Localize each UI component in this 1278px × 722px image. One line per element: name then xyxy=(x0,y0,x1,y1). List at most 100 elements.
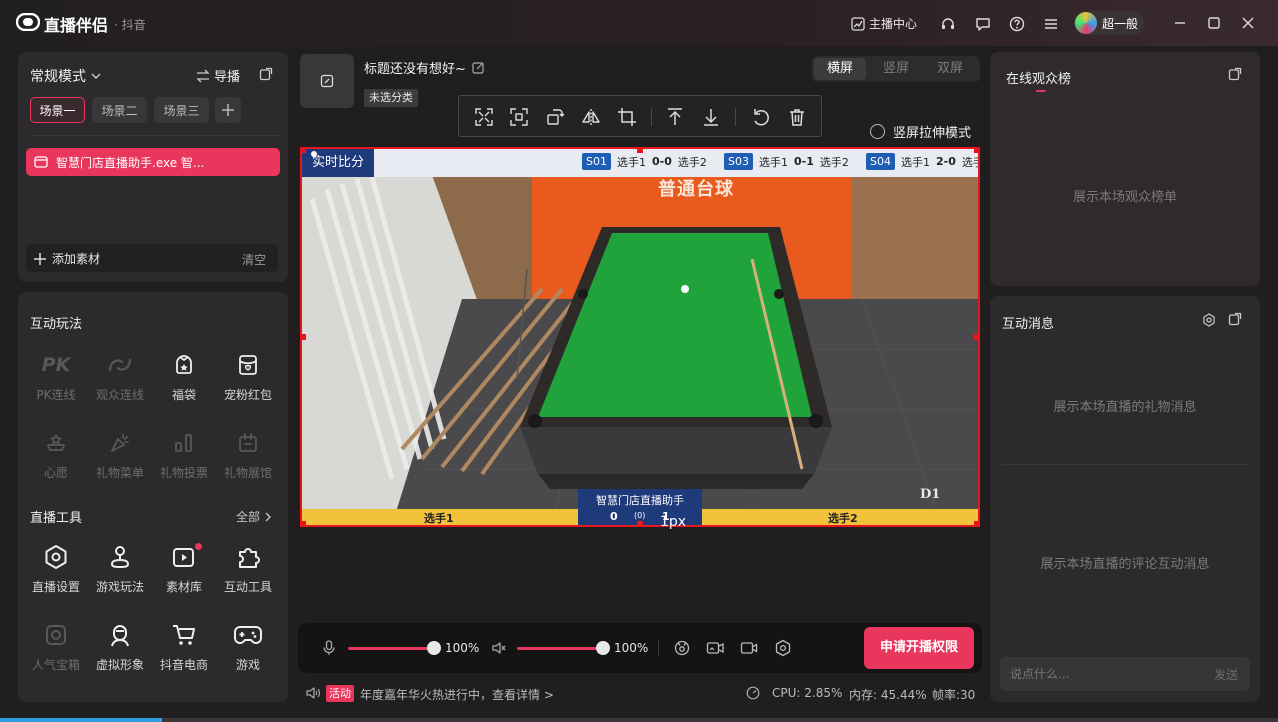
add-material-button[interactable]: 添加素材 xyxy=(34,250,100,267)
settings-gear-icon[interactable] xyxy=(774,639,792,660)
edit-title-icon[interactable] xyxy=(472,61,485,74)
resize-handle[interactable] xyxy=(974,334,978,340)
creator-center-button[interactable]: 主播中心 xyxy=(851,15,917,32)
maximize-icon[interactable] xyxy=(1206,15,1222,31)
creator-center-label: 主播中心 xyxy=(869,17,918,31)
chat-bubble-icon[interactable] xyxy=(974,15,992,33)
delete-icon[interactable] xyxy=(787,107,807,127)
send-button[interactable]: 发送 xyxy=(1214,666,1238,683)
right-player: 选手2 xyxy=(828,512,858,525)
tab-dual[interactable]: 双屏 xyxy=(924,58,976,80)
speaker-volume-knob[interactable] xyxy=(596,641,610,655)
guide-button[interactable]: 导播 xyxy=(196,66,240,85)
fullscreen-icon[interactable] xyxy=(509,107,529,127)
settings-icon[interactable] xyxy=(1202,313,1216,330)
viewers-title: 在线观众榜 xyxy=(1006,72,1072,87)
camera-icon[interactable] xyxy=(740,639,758,660)
tool-gift-gallery[interactable]: 礼物展馆 xyxy=(216,428,280,481)
tool-gift-menu[interactable]: 礼物菜单 xyxy=(88,428,152,481)
resize-handle[interactable] xyxy=(974,521,978,525)
match-1: S01 选手1 0-0 选手2 xyxy=(582,153,707,170)
close-icon[interactable] xyxy=(1240,15,1256,31)
add-scene-button[interactable] xyxy=(215,97,241,123)
tool-gift-vote[interactable]: 礼物投票 xyxy=(152,428,216,481)
user-profile[interactable]: 超一般 xyxy=(1074,11,1144,35)
settings-icon xyxy=(24,542,88,572)
speaker-icon[interactable] xyxy=(491,640,507,659)
tool-virtual-avatar[interactable]: 虚拟形象 xyxy=(88,620,152,673)
tool-game-play[interactable]: 游戏玩法 xyxy=(88,542,152,595)
screen-cast-icon[interactable] xyxy=(706,639,724,660)
gamepad-icon xyxy=(216,620,280,650)
source-item[interactable]: 智慧门店直播助手.exe 智... xyxy=(26,148,280,176)
tool-douyin-shop[interactable]: 抖音电商 xyxy=(152,620,216,673)
toolbar-separator xyxy=(735,108,736,126)
resize-handle[interactable] xyxy=(637,521,643,525)
notification-dot xyxy=(195,543,202,550)
tool-interactive-tools[interactable]: 互动工具 xyxy=(216,542,280,595)
message-input[interactable] xyxy=(1010,664,1190,684)
microphone-icon[interactable] xyxy=(322,640,336,659)
resize-handle[interactable] xyxy=(302,149,306,153)
scene-divider xyxy=(30,135,278,136)
popout-icon[interactable] xyxy=(258,66,274,82)
tool-lucky-bag[interactable]: 福袋 xyxy=(152,350,216,403)
speaker-volume-slider[interactable] xyxy=(517,641,610,655)
scene-tab-1[interactable]: 场景一 xyxy=(30,97,85,123)
tool-wish[interactable]: 心愿 xyxy=(24,428,88,481)
swap-icon xyxy=(196,69,210,83)
popout-icon[interactable] xyxy=(1228,67,1242,84)
all-tools-link[interactable]: 全部 xyxy=(236,508,273,525)
tool-live-settings[interactable]: 直播设置 xyxy=(24,542,88,595)
activity-notice[interactable]: 年度嘉年华火热进行中，查看详情 > xyxy=(360,686,554,703)
camera-scene xyxy=(302,149,978,525)
resize-handle[interactable] xyxy=(302,521,306,525)
bar-separator xyxy=(658,640,659,656)
audience-link-icon xyxy=(88,350,152,380)
mode-dropdown[interactable]: 常规模式 xyxy=(30,66,102,86)
start-live-button[interactable]: 申请开播权限 xyxy=(864,627,974,669)
menu-icon[interactable] xyxy=(1042,15,1060,33)
move-bottom-icon[interactable] xyxy=(701,107,721,127)
tab-portrait[interactable]: 竖屏 xyxy=(870,58,922,80)
live-title[interactable]: 标题还没有想好~ xyxy=(364,58,485,77)
plus-icon xyxy=(222,104,234,116)
flip-horizontal-icon[interactable] xyxy=(581,107,601,127)
crop-icon[interactable] xyxy=(617,107,637,127)
stretch-mode-toggle[interactable]: 竖屏拉伸模式 xyxy=(870,122,971,141)
mic-volume-knob[interactable] xyxy=(427,641,441,655)
scene-tab-3[interactable]: 场景三 xyxy=(154,97,209,123)
preview-area[interactable]: 普通台球 D1 实时比分 S01 选手1 0-0 选手2 S03 选手1 0-1 选手2… xyxy=(300,147,980,527)
minimize-icon[interactable] xyxy=(1172,15,1188,31)
fit-screen-icon[interactable] xyxy=(474,107,494,127)
beauty-icon[interactable] xyxy=(673,639,691,660)
clear-button[interactable]: 清空 xyxy=(242,251,266,268)
tool-game[interactable]: 游戏 xyxy=(216,620,280,673)
undo-icon[interactable] xyxy=(751,107,771,127)
mic-volume-slider[interactable] xyxy=(348,641,441,655)
tool-audience-link[interactable]: 观众连线 xyxy=(88,350,152,403)
cover-edit-button[interactable] xyxy=(300,54,354,108)
tool-treasure-box[interactable]: 人气宝箱 xyxy=(24,620,88,673)
tab-landscape[interactable]: 横屏 xyxy=(814,58,866,80)
guide-label: 导播 xyxy=(214,70,241,85)
category-badge[interactable]: 未选分类 xyxy=(364,89,418,107)
help-icon[interactable] xyxy=(1008,15,1026,33)
mic-volume-track xyxy=(348,647,434,650)
tool-red-packet[interactable]: 宠粉红包 xyxy=(216,350,280,403)
resize-handle[interactable] xyxy=(974,149,978,153)
resize-handle[interactable] xyxy=(302,334,306,340)
resize-handle[interactable] xyxy=(637,149,643,153)
tool-pk[interactable]: PK PK连线 xyxy=(24,350,88,403)
message-input-box: 发送 xyxy=(1000,657,1250,691)
tool-material-library[interactable]: 素材库 xyxy=(152,542,216,595)
match-id: S03 xyxy=(724,153,753,170)
rotate-icon[interactable] xyxy=(545,107,565,127)
headset-icon[interactable] xyxy=(939,15,957,33)
scene-tab-2[interactable]: 场景二 xyxy=(92,97,147,123)
rotate-handle[interactable] xyxy=(311,151,317,157)
mic-volume-value: 100% xyxy=(445,641,480,655)
popout-icon[interactable] xyxy=(1228,312,1242,329)
speaker-volume-value: 100% xyxy=(614,641,649,655)
move-top-icon[interactable] xyxy=(665,107,685,127)
